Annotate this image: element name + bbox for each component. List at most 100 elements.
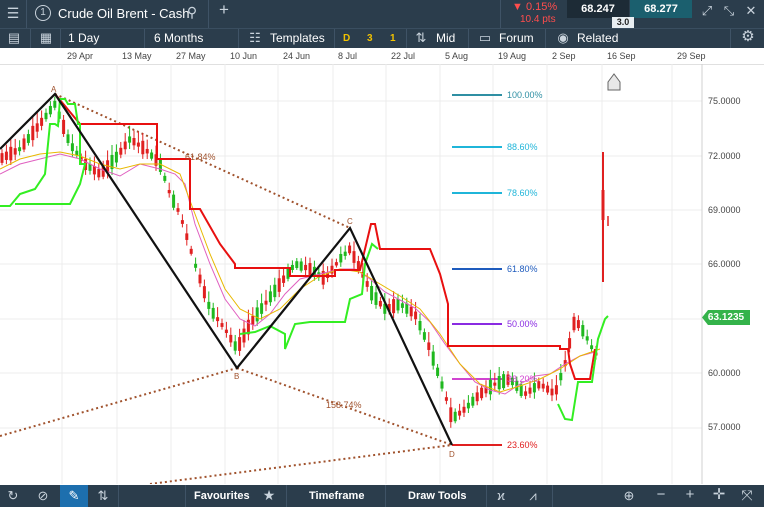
crosshair-move-icon[interactable]: ⊕ bbox=[622, 489, 636, 503]
chart-canvas[interactable]: A B C D 61.84% 158.74% 100.00% 88.60% 78… bbox=[0, 64, 764, 485]
interval-selector[interactable]: 1 Day bbox=[68, 31, 99, 45]
y-axis-label: 75.0000 bbox=[708, 96, 741, 106]
candle-body bbox=[128, 136, 132, 143]
candle-body bbox=[136, 142, 140, 147]
refresh-icon[interactable]: ↻ bbox=[6, 489, 20, 503]
candle-body bbox=[308, 263, 312, 275]
candle-body bbox=[585, 336, 589, 341]
minimize-icon[interactable]: ⤢ bbox=[700, 4, 714, 18]
candle-body bbox=[374, 292, 378, 305]
add-icon[interactable]: + bbox=[216, 1, 232, 18]
pattern-dotted-line bbox=[0, 367, 238, 437]
candle-body bbox=[189, 248, 193, 254]
candle-body bbox=[453, 411, 457, 422]
spread-value: 3.0 bbox=[612, 17, 634, 28]
candle-body bbox=[150, 152, 154, 159]
candle-body bbox=[497, 376, 501, 390]
date-label: 24 Jun bbox=[283, 51, 311, 61]
scroll-marker-icon[interactable] bbox=[607, 73, 621, 91]
layout-icon[interactable]: ▦ bbox=[38, 31, 54, 45]
display-d-button[interactable]: D bbox=[343, 33, 350, 44]
candle-body bbox=[13, 148, 17, 155]
fib-level-label: 50.00% bbox=[507, 319, 538, 329]
candle-body bbox=[202, 286, 206, 299]
candle-body bbox=[220, 323, 224, 327]
candle-body bbox=[194, 263, 198, 268]
arrows-icon[interactable]: ⇅ bbox=[96, 489, 110, 503]
candle-body bbox=[114, 151, 118, 163]
settings-icon[interactable]: ⚙ bbox=[740, 29, 756, 44]
candle-body bbox=[198, 274, 202, 284]
candle-body bbox=[31, 125, 35, 141]
date-label: 29 Apr bbox=[67, 51, 94, 61]
candle-body bbox=[409, 306, 413, 317]
range-selector[interactable]: 6 Months bbox=[154, 31, 203, 45]
candle-body bbox=[185, 233, 189, 240]
buy-price-button[interactable]: 68.277 bbox=[630, 0, 692, 18]
y-axis-label: 57.0000 bbox=[708, 422, 741, 432]
y-axis-label: 72.0000 bbox=[708, 151, 741, 161]
candle-body bbox=[233, 341, 237, 351]
candle-body bbox=[471, 396, 475, 406]
candle-body bbox=[66, 134, 70, 143]
forum-button[interactable]: Forum bbox=[499, 31, 534, 45]
favourites-button[interactable]: Favourites bbox=[194, 490, 250, 502]
candle-body bbox=[304, 264, 308, 271]
star-icon[interactable]: ★ bbox=[262, 488, 276, 502]
related-button[interactable]: Related bbox=[577, 31, 618, 45]
pencil-icon[interactable]: ✎ bbox=[60, 485, 88, 507]
display-3-button[interactable]: 3 bbox=[367, 33, 373, 44]
candle-body bbox=[207, 301, 211, 309]
menu-icon[interactable]: ☰ bbox=[5, 6, 21, 20]
candle-body bbox=[22, 138, 26, 150]
forum-icon: ▭ bbox=[478, 30, 492, 45]
candle-body bbox=[444, 397, 448, 401]
current-price-tag: 63.1235 bbox=[702, 310, 750, 325]
candle-body bbox=[4, 151, 8, 160]
search-icon[interactable]: ⚲ bbox=[184, 5, 200, 19]
disable-icon[interactable]: ⊘ bbox=[36, 489, 50, 503]
expand-icon[interactable]: ⤧ bbox=[740, 488, 754, 502]
candle-body bbox=[392, 299, 396, 314]
sell-price-button[interactable]: 68.247 bbox=[567, 0, 629, 18]
date-label: 2 Sep bbox=[552, 51, 576, 61]
candle-body bbox=[141, 140, 145, 155]
candle-body bbox=[176, 208, 180, 212]
candle-body bbox=[0, 153, 4, 163]
candle-body bbox=[590, 345, 594, 350]
date-label: 19 Aug bbox=[498, 51, 527, 61]
pattern-point-a: A bbox=[51, 85, 57, 94]
close-icon[interactable]: ✕ bbox=[744, 4, 758, 18]
date-label: 27 May bbox=[176, 51, 206, 61]
zoom-in-icon[interactable]: + bbox=[683, 487, 697, 502]
price-chart[interactable]: A B C D 61.84% 158.74% 100.00% 88.60% 78… bbox=[0, 64, 764, 485]
draw-tools-button[interactable]: Draw Tools bbox=[408, 490, 466, 502]
display-1-button[interactable]: 1 bbox=[390, 33, 396, 44]
candle-body bbox=[44, 112, 48, 120]
candle-body bbox=[9, 146, 13, 161]
instrument-name[interactable]: Crude Oil Brent - Cash bbox=[58, 6, 190, 21]
date-label: 13 May bbox=[122, 51, 152, 61]
candle-body bbox=[370, 285, 374, 301]
pattern-icon[interactable]: ϰ bbox=[494, 489, 508, 503]
list-icon[interactable]: ▤ bbox=[6, 31, 22, 45]
crosshair-icon[interactable]: ✛ bbox=[712, 487, 726, 502]
candle-body bbox=[282, 275, 286, 283]
candle-body bbox=[119, 147, 123, 155]
chart-number-badge: 1 bbox=[35, 5, 51, 21]
templates-icon: ☷ bbox=[249, 30, 261, 45]
date-label: 22 Jul bbox=[391, 51, 416, 61]
zoom-out-icon[interactable]: − bbox=[654, 487, 668, 502]
fib-level-label: 100.00% bbox=[507, 90, 543, 100]
templates-button[interactable]: Templates bbox=[270, 31, 325, 45]
restore-icon[interactable]: ⤡ bbox=[722, 4, 736, 18]
candle-body bbox=[255, 307, 259, 322]
timeframe-button[interactable]: Timeframe bbox=[309, 490, 364, 502]
supertrend-green-line-2 bbox=[239, 242, 379, 350]
mid-button[interactable]: Mid bbox=[436, 31, 455, 45]
title-bar: ☰ 1 Crude Oil Brent - Cash ⚲ + ▼ 0.15% 1… bbox=[0, 0, 764, 28]
candle-body bbox=[449, 407, 453, 423]
candle-body bbox=[422, 332, 426, 340]
candle-body bbox=[378, 300, 382, 307]
wave-icon[interactable]: ⩘ bbox=[526, 489, 540, 503]
